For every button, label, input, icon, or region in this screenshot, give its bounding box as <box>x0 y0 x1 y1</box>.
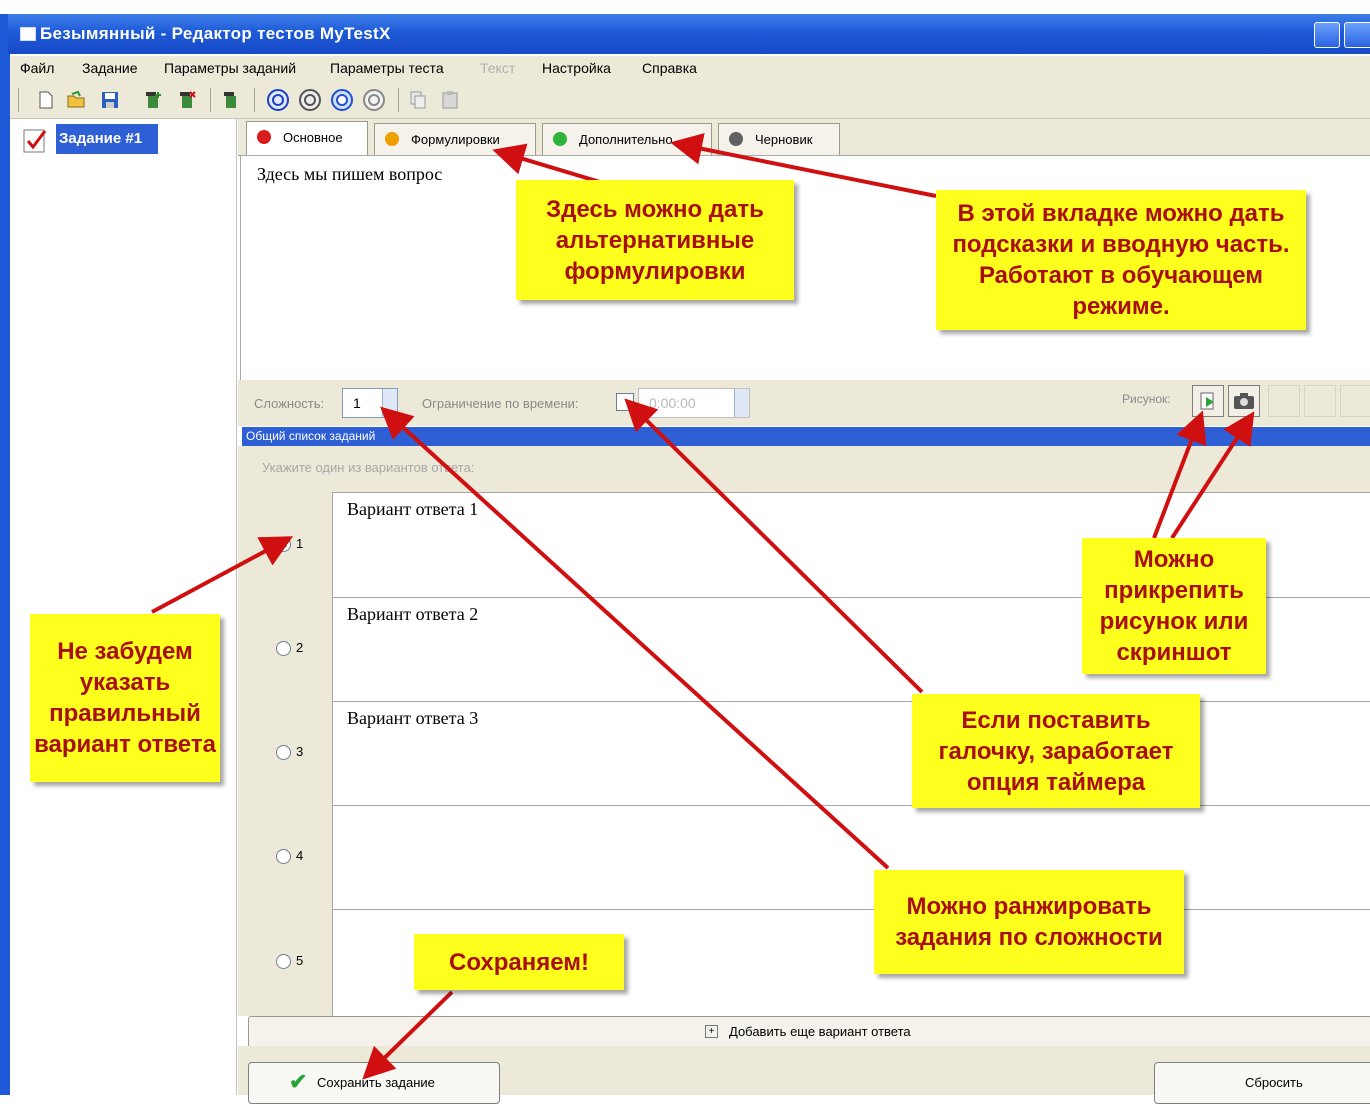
callout-timer: Если поставить галочку, заработает опция… <box>912 694 1200 808</box>
callout-text: Сохраняем! <box>448 948 590 976</box>
callout-rank: Можно ранжировать задания по сложности <box>874 870 1184 974</box>
arrow-to-picture-button <box>1152 410 1207 539</box>
callout-save: Сохраняем! <box>414 934 624 990</box>
callout-additional: В этой вкладке можно дать подсказки и вв… <box>936 190 1306 330</box>
callout-text: Можно ранжировать задания по сложности <box>895 893 1163 951</box>
arrow-to-save-button <box>362 990 454 1080</box>
callout-text: В этой вкладке можно дать подсказки и вв… <box>952 200 1290 320</box>
arrow-to-difficulty <box>380 406 890 870</box>
arrow-to-correct-answer <box>151 536 294 614</box>
callout-formulations: Здесь можно дать альтернативные формулир… <box>516 180 794 300</box>
arrow-to-formulations-tab <box>492 143 601 184</box>
callout-picture: Можно прикрепить рисунок или скриншот <box>1082 538 1266 674</box>
callout-text: Не забудем указать правильный вариант от… <box>34 638 216 758</box>
callout-text: Здесь можно дать альтернативные формулир… <box>546 195 764 285</box>
callout-text: Можно прикрепить рисунок или скриншот <box>1099 546 1249 666</box>
arrow-to-timer-checkbox <box>624 398 924 694</box>
callout-text: Если поставить галочку, заработает опция… <box>938 706 1174 796</box>
callout-correct-answer: Не забудем указать правильный вариант от… <box>30 614 220 782</box>
arrow-to-screenshot-button <box>1170 411 1255 540</box>
